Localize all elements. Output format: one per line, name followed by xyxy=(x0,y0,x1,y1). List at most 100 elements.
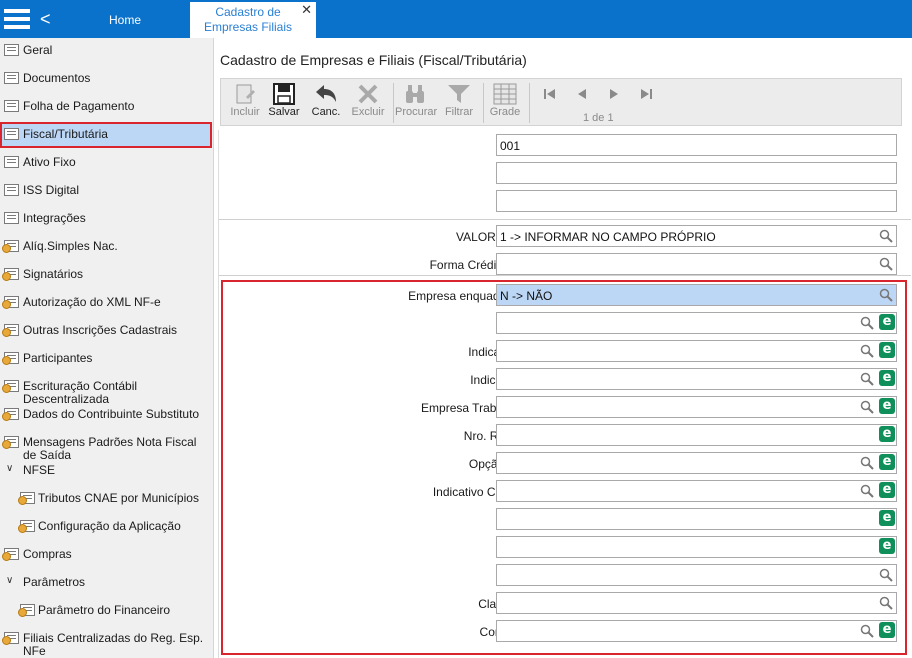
section-divider xyxy=(219,219,911,220)
sidebar-item[interactable]: Mensagens Padrões Nota Fiscal de Saída xyxy=(0,430,212,462)
form-row: Nome Fantasia* xyxy=(219,187,911,215)
add-button[interactable]: Incluir xyxy=(225,81,265,123)
sidebar-item[interactable]: Compras xyxy=(0,542,212,568)
next-page-icon[interactable] xyxy=(607,87,621,101)
cancel-button-label: Canc. xyxy=(311,106,341,118)
previous-page-icon[interactable] xyxy=(575,87,589,101)
form-row: Tipo de Inscrição no eSocial/Reinf* xyxy=(219,561,911,589)
field-input[interactable] xyxy=(496,508,897,530)
chevron-down-icon[interactable]: ∨ xyxy=(6,463,13,474)
esocial-icon[interactable]: e xyxy=(879,510,895,526)
sidebar-item[interactable]: Folha de Pagamento xyxy=(0,94,212,120)
save-button[interactable]: Salvar xyxy=(264,81,304,123)
search-icon[interactable] xyxy=(860,372,874,386)
home-link[interactable]: Home xyxy=(109,13,141,27)
field-input[interactable] xyxy=(496,620,897,642)
esocial-icon[interactable]: e xyxy=(879,342,895,358)
search-icon[interactable] xyxy=(860,624,874,638)
search-icon[interactable] xyxy=(879,288,893,302)
sidebar-item[interactable]: Alíq.Simples Nac. xyxy=(0,234,212,260)
sidebar-item[interactable]: Filiais Centralizadas do Reg. Esp. NFe xyxy=(0,626,212,658)
search-icon[interactable] xyxy=(879,229,893,243)
field-input[interactable] xyxy=(496,190,897,212)
field-input[interactable] xyxy=(496,452,897,474)
search-icon[interactable] xyxy=(860,316,874,330)
field-input[interactable] xyxy=(496,253,897,275)
sidebar-item[interactable]: Signatários xyxy=(0,262,212,288)
settings-report-icon xyxy=(18,520,35,533)
sidebar-item[interactable]: Integrações xyxy=(0,206,212,232)
sidebar-item[interactable]: Participantes xyxy=(0,346,212,372)
sidebar-item[interactable]: Geral xyxy=(0,38,212,64)
first-page-icon[interactable] xyxy=(543,87,557,101)
field-input[interactable] xyxy=(496,480,897,502)
form-row: Indicador de Construtora no eSocial/Rein… xyxy=(219,365,911,393)
binoculars-icon xyxy=(406,85,424,103)
top-bar: < Home Cadastro de Empresas Filiais ✕ xyxy=(0,0,912,38)
search-icon[interactable] xyxy=(860,456,874,470)
field-input[interactable]: 001 xyxy=(496,134,897,156)
esocial-icon[interactable]: e xyxy=(879,426,895,442)
sidebar-item[interactable]: ∨ NFSE xyxy=(0,458,212,484)
field-input[interactable] xyxy=(496,162,897,184)
sidebar-item[interactable]: Documentos xyxy=(0,66,212,92)
search-icon[interactable] xyxy=(860,344,874,358)
filter-button-label: Filtrar xyxy=(444,106,474,118)
settings-report-icon xyxy=(2,632,19,645)
chevron-down-icon[interactable]: ∨ xyxy=(6,575,13,586)
field-input[interactable] xyxy=(496,536,897,558)
search-icon[interactable] xyxy=(879,568,893,582)
form-row: Indicador de Cooperativa no eSocial/Rein… xyxy=(219,337,911,365)
esocial-icon[interactable]: e xyxy=(879,622,895,638)
settings-report-icon xyxy=(18,604,35,617)
sidebar-item[interactable]: Escrituração Contábil Descentralizada xyxy=(0,374,212,406)
form-row: Nro. Registro Trabalho Temporario no MTB… xyxy=(219,421,911,449)
field-input[interactable] xyxy=(496,368,897,390)
field-input[interactable] xyxy=(496,564,897,586)
field-input[interactable] xyxy=(496,312,897,334)
sidebar-item[interactable]: Fiscal/Tributária xyxy=(0,122,212,148)
filter-button[interactable]: Filtrar xyxy=(439,81,479,123)
sidebar-item-label: Compras xyxy=(23,547,72,561)
sidebar-item-label: Fiscal/Tributária xyxy=(23,127,108,141)
field-input[interactable] xyxy=(496,396,897,418)
sidebar-item[interactable]: Ativo Fixo xyxy=(0,150,212,176)
esocial-icon[interactable]: e xyxy=(879,482,895,498)
sidebar-item[interactable]: ∨ Parâmetros xyxy=(0,570,212,596)
sidebar-item[interactable]: Tributos CNAE por Municípios xyxy=(0,486,212,512)
close-icon[interactable]: ✕ xyxy=(301,2,312,18)
grid-button[interactable]: Grade xyxy=(485,81,525,123)
last-page-icon[interactable] xyxy=(639,87,653,101)
form-row: Forma Crédito do ICMS Fornec.Simples Nac… xyxy=(219,250,911,278)
esocial-icon[interactable]: e xyxy=(879,314,895,330)
esocial-icon[interactable]: e xyxy=(879,398,895,414)
field-input[interactable] xyxy=(496,340,897,362)
search-icon[interactable] xyxy=(860,484,874,498)
sidebar-item[interactable]: Parâmetro do Financeiro xyxy=(0,598,212,624)
sidebar-item[interactable]: Configuração da Aplicação xyxy=(0,514,212,540)
esocial-icon[interactable]: e xyxy=(879,538,895,554)
sidebar-item[interactable]: Outras Inscrições Cadastrais xyxy=(0,318,212,344)
sidebar-item[interactable]: Autorização do XML NF-e xyxy=(0,290,212,316)
field-input[interactable]: N -> NÃO xyxy=(496,284,897,306)
search-icon[interactable] xyxy=(879,257,893,271)
search-icon[interactable] xyxy=(879,596,893,610)
tab-label: Cadastro de Empresas Filiais xyxy=(203,5,293,34)
field-input[interactable]: 1 -> INFORMAR NO CAMPO PRÓPRIO xyxy=(496,225,897,247)
sidebar-item[interactable]: ISS Digital xyxy=(0,178,212,204)
sidebar-item[interactable]: Dados do Contribuinte Substituto xyxy=(0,402,212,428)
cancel-button[interactable]: Canc. xyxy=(306,81,346,123)
menu-icon[interactable] xyxy=(4,6,30,32)
esocial-icon[interactable]: e xyxy=(879,454,895,470)
form-row: Reinf Início da Obrigadoriedade*e xyxy=(219,505,911,533)
tab-cadastro-empresas[interactable]: Cadastro de Empresas Filiais ✕ xyxy=(190,2,316,38)
sidebar-item-label: NFSE xyxy=(23,463,56,477)
search-button[interactable]: Procurar xyxy=(395,81,437,123)
back-icon[interactable]: < xyxy=(40,9,51,30)
search-icon[interactable] xyxy=(860,400,874,414)
form-row: Razão Social* xyxy=(219,159,911,187)
field-input[interactable] xyxy=(496,424,897,446)
delete-button[interactable]: Excluir xyxy=(348,81,388,123)
field-input[interactable] xyxy=(496,592,897,614)
esocial-icon[interactable]: e xyxy=(879,370,895,386)
